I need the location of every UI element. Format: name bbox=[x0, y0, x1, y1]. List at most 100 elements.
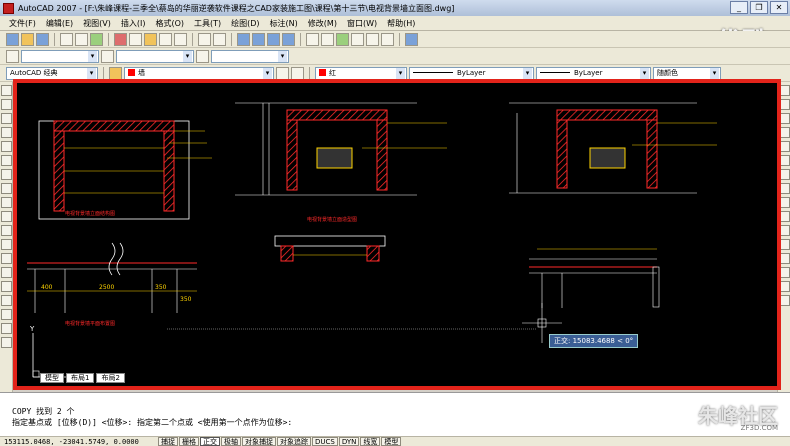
lineweight-toggle[interactable]: 线宽 bbox=[360, 437, 381, 446]
design-center-icon[interactable] bbox=[321, 32, 334, 46]
zoom-window-icon[interactable] bbox=[267, 32, 280, 46]
lineweight-combo[interactable]: ByLayer bbox=[536, 66, 651, 80]
layer-combo[interactable]: 墙 bbox=[124, 66, 274, 80]
construction-line-icon[interactable] bbox=[1, 99, 12, 110]
point-icon[interactable] bbox=[1, 267, 12, 278]
mtext-icon[interactable] bbox=[1, 337, 12, 348]
menu-tools[interactable]: 工具(T) bbox=[189, 18, 226, 29]
match-properties-icon[interactable] bbox=[159, 32, 172, 46]
minimize-button[interactable]: _ bbox=[730, 1, 748, 14]
copy-icon[interactable] bbox=[129, 32, 142, 46]
elevation-left-title: 电视背景墙立面结构图 bbox=[65, 210, 115, 217]
linetype-combo[interactable]: ByLayer bbox=[409, 66, 534, 80]
arc-icon[interactable] bbox=[1, 155, 12, 166]
layer-manager-icon[interactable] bbox=[109, 66, 122, 80]
workspace-combo[interactable]: AutoCAD 经典 bbox=[6, 66, 98, 80]
community-watermark-url: ZF3D.COM bbox=[740, 424, 778, 432]
menu-window[interactable]: 窗口(W) bbox=[342, 18, 382, 29]
color-combo[interactable]: 红 bbox=[315, 66, 407, 80]
menu-view[interactable]: 视图(V) bbox=[78, 18, 116, 29]
ellipse-arc-icon[interactable] bbox=[1, 225, 12, 236]
menu-file[interactable]: 文件(F) bbox=[4, 18, 41, 29]
tab-model[interactable]: 模型 bbox=[40, 373, 64, 383]
close-button[interactable]: ✕ bbox=[770, 1, 788, 14]
tab-layout1[interactable]: 布局1 bbox=[66, 373, 95, 383]
elevation-left: 电视背景墙立面结构图 bbox=[38, 120, 212, 220]
markup-icon[interactable] bbox=[366, 32, 379, 46]
line-icon[interactable] bbox=[1, 85, 12, 96]
text-style-icon[interactable] bbox=[6, 49, 19, 63]
osnap-toggle[interactable]: 对象捕捉 bbox=[242, 437, 276, 446]
menu-draw[interactable]: 绘图(D) bbox=[226, 18, 264, 29]
pan-icon[interactable] bbox=[237, 32, 250, 46]
help-icon[interactable] bbox=[405, 32, 418, 46]
dim-style-combo[interactable] bbox=[116, 49, 194, 63]
menu-edit[interactable]: 编辑(E) bbox=[41, 18, 78, 29]
snap-toggle[interactable]: 捕捉 bbox=[158, 437, 178, 446]
menu-insert[interactable]: 插入(I) bbox=[116, 18, 151, 29]
ellipse-icon[interactable] bbox=[1, 211, 12, 222]
print-preview-icon[interactable] bbox=[75, 32, 88, 46]
ducs-toggle[interactable]: DUCS bbox=[312, 437, 338, 446]
styles-toolbar bbox=[0, 48, 790, 65]
make-current-layer-icon[interactable] bbox=[276, 66, 289, 80]
linetype-name: ByLayer bbox=[457, 68, 486, 77]
separator bbox=[309, 66, 310, 80]
insert-block-icon[interactable] bbox=[1, 239, 12, 250]
zoom-previous-icon[interactable] bbox=[282, 32, 295, 46]
tool-palettes-icon[interactable] bbox=[336, 32, 349, 46]
dim-style-icon[interactable] bbox=[101, 49, 114, 63]
dyn-toggle[interactable]: DYN bbox=[338, 437, 360, 446]
layer-previous-icon[interactable] bbox=[291, 66, 304, 80]
save-icon[interactable] bbox=[36, 32, 49, 46]
undo-icon[interactable] bbox=[198, 32, 211, 46]
new-file-icon[interactable] bbox=[6, 32, 19, 46]
cut-icon[interactable] bbox=[114, 32, 127, 46]
make-block-icon[interactable] bbox=[1, 253, 12, 264]
autocad-app-icon[interactable] bbox=[3, 2, 14, 14]
otrack-toggle[interactable]: 对象追踪 bbox=[277, 437, 311, 446]
table-style-icon[interactable] bbox=[196, 49, 209, 63]
zoom-realtime-icon[interactable] bbox=[252, 32, 265, 46]
rectangle-icon[interactable] bbox=[1, 141, 12, 152]
hatch-icon[interactable] bbox=[1, 281, 12, 292]
text-style-combo[interactable] bbox=[21, 49, 99, 63]
polyline-icon[interactable] bbox=[1, 113, 12, 124]
table-icon[interactable] bbox=[1, 323, 12, 334]
command-window[interactable]: COPY 找到 2 个 指定基点或 [位移(D)] <位移>: 指定第二个点或 … bbox=[0, 392, 790, 436]
tab-layout2[interactable]: 布局2 bbox=[96, 373, 125, 383]
polar-toggle[interactable]: 极轴 bbox=[221, 437, 241, 446]
menu-format[interactable]: 格式(O) bbox=[150, 18, 189, 29]
menu-dimension[interactable]: 标注(N) bbox=[265, 18, 303, 29]
gradient-icon[interactable] bbox=[1, 295, 12, 306]
window-title: AutoCAD 2007 - [F:\朱峰课程-三季全\蔡岛的华丽逆袭软件课程之… bbox=[18, 3, 455, 13]
menu-modify[interactable]: 修改(M) bbox=[303, 18, 342, 29]
block-editor-icon[interactable] bbox=[174, 32, 187, 46]
restore-button[interactable]: ❐ bbox=[750, 1, 768, 14]
properties-icon[interactable] bbox=[306, 32, 319, 46]
sheet-set-icon[interactable] bbox=[351, 32, 364, 46]
redo-icon[interactable] bbox=[213, 32, 226, 46]
print-icon[interactable] bbox=[60, 32, 73, 46]
plan-left: 400 2500 350 350 电视背景墙平面布置图 bbox=[27, 242, 197, 327]
ortho-tooltip: 正交: 15083.4688 < 0° bbox=[549, 334, 639, 348]
grid-toggle[interactable]: 栅格 bbox=[179, 437, 199, 446]
command-prompt-line[interactable]: 指定基点或 [位移(D)] <位移>: 指定第二个点或 <使用第一个点作为位移>… bbox=[0, 417, 790, 428]
table-style-combo[interactable] bbox=[211, 49, 289, 63]
plotstyle-combo[interactable]: 随颜色 bbox=[653, 66, 721, 80]
model-toggle[interactable]: 模型 bbox=[381, 437, 402, 446]
ucs-y-label: Y bbox=[29, 325, 35, 333]
publish-icon[interactable] bbox=[90, 32, 103, 46]
calculator-icon[interactable] bbox=[381, 32, 394, 46]
plan-title: 电视背景墙平面布置图 bbox=[65, 320, 115, 327]
menu-help[interactable]: 帮助(H) bbox=[382, 18, 420, 29]
spline-icon[interactable] bbox=[1, 197, 12, 208]
open-folder-icon[interactable] bbox=[21, 32, 34, 46]
circle-icon[interactable] bbox=[1, 169, 12, 180]
region-icon[interactable] bbox=[1, 309, 12, 320]
polygon-icon[interactable] bbox=[1, 127, 12, 138]
paste-icon[interactable] bbox=[144, 32, 157, 46]
revision-cloud-icon[interactable] bbox=[1, 183, 12, 194]
ortho-toggle[interactable]: 正交 bbox=[200, 437, 220, 446]
drawing-canvas[interactable]: 电视背景墙立面结构图 电视背景墙立面造型图 400 2500 350 350 电… bbox=[13, 79, 781, 390]
